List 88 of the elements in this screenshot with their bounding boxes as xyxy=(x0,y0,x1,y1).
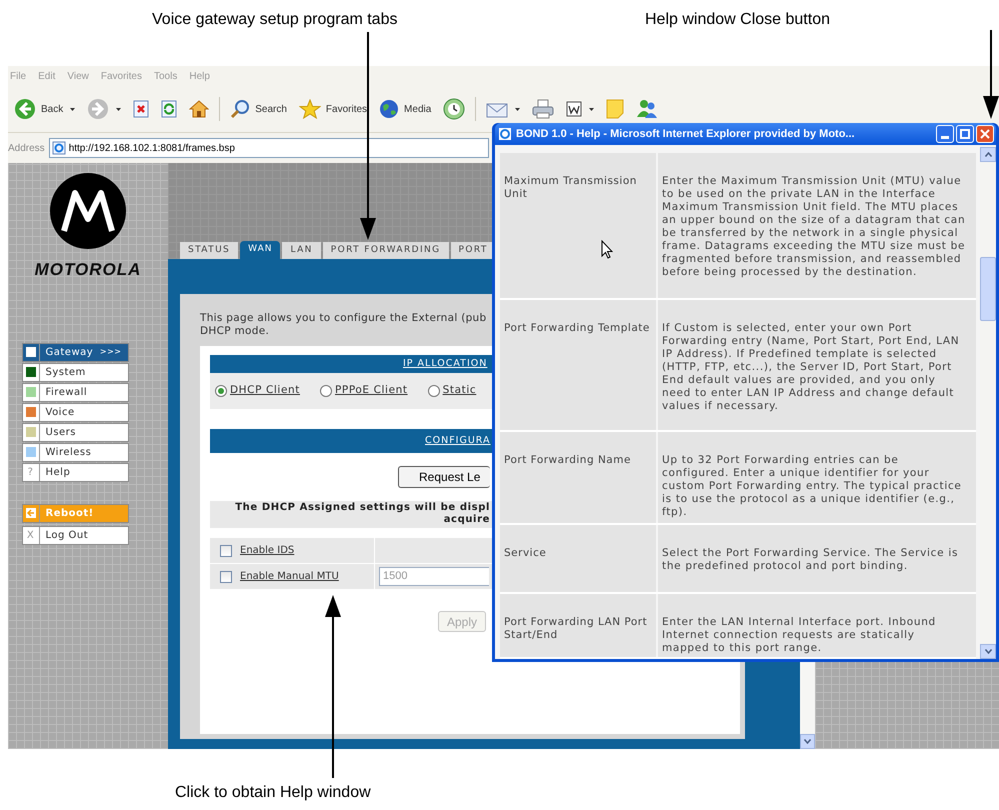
globe-icon xyxy=(379,99,400,119)
table-cell: Up to 32 Port Forwarding entries can be configured. Enter a unique identifier for your custom Port Forwarding entry. The typical practice is to use the protocol as a unique identifier (e.g., ftp). xyxy=(658,432,976,523)
table-cell: Port Forwarding Name xyxy=(500,432,656,523)
tab[interactable]: STATUS xyxy=(180,242,238,259)
scroll-down-button[interactable] xyxy=(800,734,815,749)
home-icon xyxy=(189,100,210,118)
clock-icon xyxy=(443,98,466,120)
table-cell: Port Forwarding Template xyxy=(500,300,656,430)
callout-label: Help window Close button xyxy=(645,10,830,30)
tab[interactable]: LAN xyxy=(282,242,321,259)
checkbox[interactable] xyxy=(220,544,232,556)
caret-icon xyxy=(984,152,992,157)
scroll-thumb[interactable] xyxy=(980,257,996,321)
checkbox-label[interactable]: Enable IDS xyxy=(240,543,294,558)
nav-item[interactable]: Users xyxy=(22,422,128,442)
address-label: Address xyxy=(8,142,46,156)
notice-text: The DHCP Assigned settings will be displ acquire xyxy=(234,501,490,527)
maximize-button[interactable] xyxy=(956,125,974,143)
close-icon xyxy=(980,129,990,139)
tab[interactable]: PORT FORWARDING xyxy=(322,242,449,259)
table-cell: If Custom is selected, enter your own Port Forwarding entry (Name, Port Start, Port End, LAN IP Address). If Predefined template is selected (HTTP, FTP, etc...), the Server ID, Port Start, Port End default values are provided, and you only need to enter LAN IP Address and change default values if necessary. xyxy=(658,300,976,430)
radio-button[interactable] xyxy=(320,385,332,397)
browser-icon xyxy=(498,127,512,141)
window-title: BOND 1.0 - Help - Microsoft Internet Explorer provided by Moto... xyxy=(516,126,856,142)
document-icon xyxy=(566,101,582,117)
stop-icon xyxy=(133,100,150,118)
search-button[interactable]: Search xyxy=(228,96,289,122)
radio-label[interactable]: PPPoE Client xyxy=(334,383,408,399)
nav-item[interactable]: ? Help xyxy=(22,462,128,482)
note-icon xyxy=(606,99,624,119)
radio-label[interactable]: DHCP Client xyxy=(230,383,300,399)
pointer-icon xyxy=(601,240,613,259)
caret-icon xyxy=(984,649,992,654)
section-title[interactable]: CONFIGURA xyxy=(425,434,491,448)
address-field[interactable]: http://192.168.102.1:8081/frames.bsp xyxy=(48,138,489,158)
favorites-button[interactable]: Favorites xyxy=(296,96,370,122)
back-button[interactable]: Back xyxy=(12,96,78,122)
nav-item[interactable]: Voice xyxy=(22,402,128,422)
table-cell: Enter the LAN Internal Interface port. Inbound Internet connection requests are statically mapped to this port range. xyxy=(658,594,976,657)
table-cell: Service xyxy=(500,525,656,592)
history-button[interactable] xyxy=(441,96,468,122)
checkbox[interactable] xyxy=(220,570,232,582)
caret-icon xyxy=(589,108,594,110)
table-cell: Port Forwarding LAN Port Start/End xyxy=(500,594,656,657)
section-title[interactable]: IP ALLOCATION xyxy=(403,356,488,372)
search-icon xyxy=(230,99,250,119)
maximize-icon xyxy=(960,129,970,139)
icon-glyph: X xyxy=(26,528,34,542)
back-icon xyxy=(14,98,36,120)
minimize-icon xyxy=(941,136,949,139)
checkbox-label[interactable]: Enable Manual MTU xyxy=(240,569,339,584)
icon-glyph: ? xyxy=(28,466,34,480)
table-cell: Select the Port Forwarding Service. The Service is the predefined protocol and port binding. xyxy=(658,525,976,592)
people-icon xyxy=(636,99,658,119)
arrow-icon xyxy=(26,508,36,518)
table-cell: Enter the Maximum Transmission Unit (MTU) value to be used on the private LAN in the Interface Maximum Transmission Unit field. The MTU places an upper bound on the size of a datagram that can be transferred by the network in a single physical frame. Datagrams exceeding the MTU size must be fragmented before transmission, and reassembled before being processed by the destination. xyxy=(658,153,976,298)
table-cell: Maximum Transmission Unit xyxy=(500,153,656,298)
caret-icon xyxy=(70,108,76,110)
scrollbar[interactable] xyxy=(980,145,996,659)
star-icon xyxy=(298,99,321,119)
request-button[interactable]: Request Le xyxy=(398,466,490,488)
logo-text: MOTOROLA xyxy=(34,259,142,281)
nav-item[interactable]: Wireless xyxy=(22,442,128,462)
radio-button[interactable] xyxy=(428,385,440,397)
logo-icon xyxy=(50,173,126,249)
tab[interactable]: WAN xyxy=(240,241,280,259)
callout-label: Voice gateway setup program tabs xyxy=(151,10,398,30)
caret-icon xyxy=(804,739,811,744)
close-button[interactable] xyxy=(976,125,994,143)
printer-icon xyxy=(532,99,554,119)
chevron-text: >>> xyxy=(100,346,122,358)
caret-icon xyxy=(515,108,520,110)
nav-item[interactable]: Gateway >>> xyxy=(22,342,128,362)
nav-item[interactable]: Firewall xyxy=(22,382,128,402)
intro-text: This page allows you to configure the External (pub DHCP mode. xyxy=(200,312,485,338)
scroll-down-button[interactable] xyxy=(980,644,996,659)
page-icon xyxy=(52,141,66,155)
minimize-button[interactable] xyxy=(936,125,954,143)
scroll-up-button[interactable] xyxy=(980,147,996,162)
caret-icon xyxy=(116,108,122,110)
nav-item[interactable]: System xyxy=(22,362,128,382)
nav-item[interactable]: X Log Out xyxy=(22,526,128,544)
radio-label[interactable]: Static xyxy=(442,383,476,399)
media-button[interactable]: Media xyxy=(377,96,434,122)
refresh-icon xyxy=(161,100,178,118)
callout-label: Click to obtain Help window xyxy=(175,783,371,803)
radio-button[interactable] xyxy=(215,385,227,397)
forward-icon xyxy=(87,98,110,120)
